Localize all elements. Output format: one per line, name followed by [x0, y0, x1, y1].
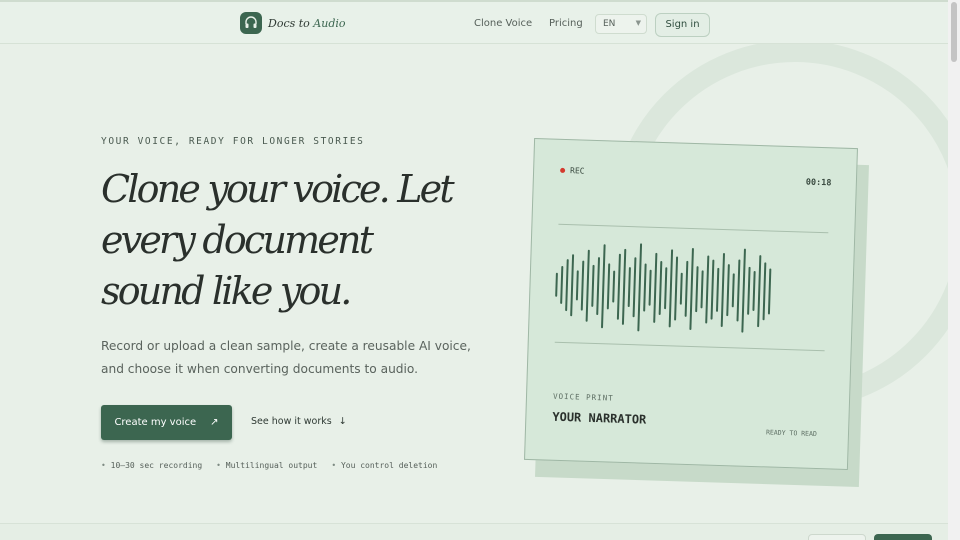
waveform-bar: [575, 270, 579, 301]
record-dot-icon: [560, 167, 566, 173]
waveform-bar: [674, 256, 679, 321]
waveform-bar: [632, 257, 637, 318]
waveform-bar: [720, 253, 725, 327]
narrator-name: YOUR NARRATOR: [552, 409, 647, 427]
waveform-bar: [637, 243, 643, 332]
rec-label: REC: [569, 166, 585, 176]
rec-indicator: REC: [560, 166, 585, 176]
feature-bullets: 10–30 sec recording Multilingual output …: [101, 461, 438, 470]
voice-card: REC 00:18 VOICE PRINT YOUR NARRATOR READ…: [524, 137, 858, 471]
waveform-bar: [684, 260, 689, 317]
hero-eyebrow: YOUR VOICE, READY FOR LONGER STORIES: [101, 136, 365, 147]
cookie-primary-button[interactable]: [874, 534, 932, 540]
waveform-bar: [580, 260, 585, 311]
language-value: EN: [603, 19, 616, 29]
hero-subtext: Record or upload a clean sample, create …: [101, 339, 471, 376]
arrow-down-icon: ↓: [338, 416, 347, 427]
waveform-bar: [736, 259, 741, 322]
waveform-bar: [741, 248, 746, 333]
waveform-bar: [555, 272, 558, 297]
timer: 00:18: [805, 177, 832, 189]
see-how-label: See how it works: [251, 416, 332, 427]
hero-headline: Clone your voice. Let every document sou…: [101, 167, 455, 313]
arrow-up-right-icon: ↗: [210, 417, 219, 428]
waveform-bar: [695, 266, 699, 313]
waveform-bar: [612, 270, 616, 303]
waveform-bar: [585, 249, 590, 322]
waveform-bar: [747, 266, 751, 315]
waveform-bar: [668, 249, 674, 328]
headphones-icon: [240, 12, 262, 34]
nav-pricing[interactable]: Pricing: [549, 18, 583, 29]
scrollbar-thumb[interactable]: [951, 2, 957, 62]
waveform-bar: [762, 262, 767, 321]
scrollbar[interactable]: [948, 0, 960, 540]
bullet-item: Multilingual output: [216, 461, 318, 470]
waveform-bar: [664, 267, 668, 310]
waveform-bar: [653, 252, 658, 323]
waveform-bar: [643, 263, 647, 312]
waveform-bar: [606, 263, 611, 310]
waveform-bar: [648, 269, 652, 306]
waveform-bar: [705, 255, 710, 324]
waveform-bar: [616, 253, 621, 320]
waveform-bar: [689, 248, 694, 330]
nav-clone-voice[interactable]: Clone Voice: [474, 18, 532, 29]
waveform-bar: [700, 270, 704, 309]
waveform-bar: [757, 255, 762, 328]
waveform-bar: [627, 267, 631, 308]
top-nav: Docs to Audio Clone Voice Pricing EN ▼ S…: [0, 0, 948, 44]
ready-status: READY TO READ: [765, 428, 817, 439]
waveform-bar: [621, 248, 627, 325]
language-select[interactable]: EN ▼: [595, 14, 647, 34]
waveform-bar: [601, 244, 606, 329]
divider: [558, 223, 829, 234]
waveform-bar: [658, 261, 663, 316]
bullet-item: 10–30 sec recording: [101, 461, 203, 470]
divider: [554, 341, 825, 352]
logo-text: Docs to Audio: [268, 16, 346, 30]
cookie-secondary-button[interactable]: [808, 534, 866, 540]
waveform-bar: [710, 259, 715, 320]
waveform-bar: [565, 259, 569, 312]
bullet-item: You control deletion: [331, 461, 437, 470]
see-how-it-works-link[interactable]: See how it works ↓: [251, 416, 347, 427]
waveform-bar: [570, 254, 575, 317]
waveform-bar: [596, 257, 600, 316]
waveform-bar: [752, 270, 756, 311]
create-my-voice-button[interactable]: Create my voice ↗: [101, 405, 232, 440]
waveform-bar: [726, 264, 730, 317]
waveform: [555, 243, 772, 333]
waveform-bar: [679, 272, 683, 305]
logo[interactable]: Docs to Audio: [240, 12, 346, 34]
next-section-edge: [0, 523, 948, 540]
voice-print-label: VOICE PRINT: [552, 391, 614, 403]
sign-in-button[interactable]: Sign in: [655, 13, 710, 37]
waveform-bar: [560, 265, 564, 304]
waveform-bar: [767, 268, 772, 315]
chevron-down-icon: ▼: [635, 19, 641, 27]
waveform-bar: [715, 267, 720, 312]
waveform-bar: [731, 273, 735, 308]
create-my-voice-label: Create my voice: [114, 417, 197, 428]
waveform-bar: [591, 264, 595, 307]
